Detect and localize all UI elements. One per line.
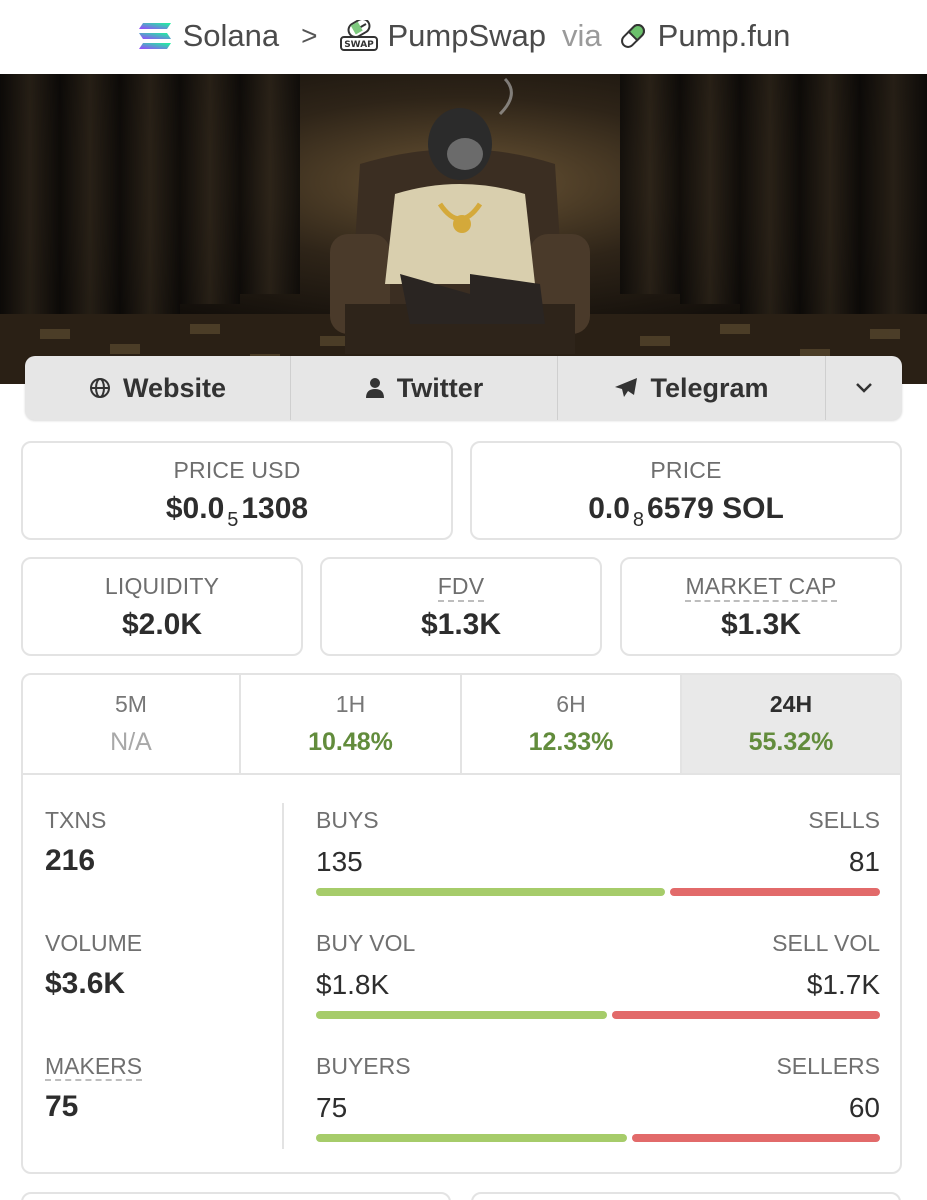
price-native-label: PRICE <box>650 457 722 483</box>
next-card-peek-right <box>471 1192 901 1200</box>
tab-24h[interactable]: 24H 55.32% <box>682 675 900 773</box>
price-native-value: 0.0 8 6579 SOL <box>588 492 784 531</box>
paper-plane-icon <box>614 377 638 399</box>
dex-name: PumpSwap <box>387 18 547 53</box>
pill-icon <box>618 21 648 51</box>
globe-icon <box>89 377 111 399</box>
buys-sells-row: BUYS SELLS 135 81 <box>316 807 880 896</box>
market-cap-label[interactable]: MARKET CAP <box>685 573 837 602</box>
pumpswap-logo-icon: SWAP <box>339 20 378 52</box>
twitter-label: Twitter <box>396 372 484 403</box>
price-usd-label: PRICE USD <box>173 457 301 483</box>
sells-value: 81 <box>848 846 880 877</box>
buys-label: BUYS <box>316 807 379 833</box>
tab-1h[interactable]: 1H 10.48% <box>241 675 462 773</box>
tab-change: 55.32% <box>748 728 834 756</box>
liquidity-card: LIQUIDITY $2.0K <box>21 557 303 656</box>
tab-label: 1H <box>335 691 366 717</box>
token-banner-image <box>0 74 927 384</box>
buyers-label: BUYERS <box>316 1053 411 1079</box>
svg-text:SWAP: SWAP <box>344 40 374 50</box>
liquidity-label: LIQUIDITY <box>104 573 220 599</box>
chain-link[interactable]: Solana <box>137 18 280 54</box>
chevron-right-icon: > <box>301 20 318 51</box>
volume-metric: VOLUME $3.6K <box>45 930 142 1001</box>
txns-metric: TXNS 216 <box>45 807 106 878</box>
market-cap-card[interactable]: MARKET CAP $1.3K <box>620 557 902 656</box>
volume-split-bar <box>316 1011 880 1019</box>
sell-vol-value: $1.7K <box>806 969 880 1000</box>
txns-label: TXNS <box>45 807 107 833</box>
buys-sells-bar <box>316 888 880 896</box>
timeframe-tabs: 5M N/A 1H 10.48% 6H 12.33% 24H 55.32% <box>23 675 900 775</box>
chain-name: Solana <box>182 18 280 53</box>
volume-label: VOLUME <box>45 930 143 956</box>
social-links-bar: Website Twitter Telegram <box>25 356 902 420</box>
tab-change: 12.33% <box>528 728 614 756</box>
tab-change: N/A <box>110 728 152 756</box>
sell-bar-segment <box>670 888 880 896</box>
volume-value: $3.6K <box>45 967 126 1000</box>
buy-bar-segment <box>316 1011 607 1019</box>
twitter-button[interactable]: Twitter <box>291 356 558 420</box>
sells-label: SELLS <box>808 807 880 833</box>
fdv-value: $1.3K <box>420 608 502 641</box>
dex-link[interactable]: SWAP PumpSwap <box>339 18 547 54</box>
fdv-label[interactable]: FDV <box>437 573 485 602</box>
tab-label: 5M <box>115 691 147 717</box>
makers-value: 75 <box>45 1090 79 1123</box>
txns-value: 216 <box>45 844 96 877</box>
tab-6h[interactable]: 6H 12.33% <box>462 675 682 773</box>
next-card-peek-left <box>21 1192 451 1200</box>
sellers-value: 60 <box>848 1092 880 1123</box>
website-label: Website <box>122 372 227 403</box>
launchpad-link[interactable]: Pump.fun <box>618 18 791 54</box>
breadcrumb: Solana > SWAP PumpSwap via Pump.fun <box>0 0 927 72</box>
via-label: via <box>562 18 602 53</box>
buy-vol-label: BUY VOL <box>316 930 416 956</box>
makers-metric[interactable]: MAKERS 75 <box>45 1053 143 1124</box>
column-divider <box>282 803 284 1149</box>
buys-value: 135 <box>316 846 363 877</box>
buyers-sellers-bar <box>316 1134 880 1142</box>
volume-split-row: BUY VOL SELL VOL $1.8K $1.7K <box>316 930 880 1019</box>
more-links-button[interactable] <box>826 356 902 420</box>
buy-bar-segment <box>316 888 665 896</box>
liquidity-value: $2.0K <box>121 608 203 641</box>
buy-vol-value: $1.8K <box>316 969 390 1000</box>
chevron-down-icon <box>855 382 873 394</box>
telegram-button[interactable]: Telegram <box>558 356 826 420</box>
buyers-value: 75 <box>316 1092 348 1123</box>
buyers-sellers-row: BUYERS SELLERS 75 60 <box>316 1053 880 1142</box>
market-cap-value: $1.3K <box>720 608 802 641</box>
tab-label: 24H <box>769 691 813 717</box>
tab-label: 6H <box>556 691 586 717</box>
fdv-card[interactable]: FDV $1.3K <box>320 557 602 656</box>
user-icon <box>365 377 385 399</box>
buy-bar-segment <box>316 1134 627 1142</box>
tab-change: 10.48% <box>308 728 393 756</box>
makers-label[interactable]: MAKERS <box>45 1053 143 1081</box>
trading-stats-panel: 5M N/A 1H 10.48% 6H 12.33% 24H 55.32% TX… <box>21 673 902 1174</box>
telegram-label: Telegram <box>650 372 769 403</box>
sellers-label: SELLERS <box>776 1053 880 1079</box>
tab-5m[interactable]: 5M N/A <box>23 675 241 773</box>
price-usd-value: $0.0 5 1308 <box>165 492 309 531</box>
sell-bar-segment <box>632 1134 880 1142</box>
website-button[interactable]: Website <box>25 356 291 420</box>
price-usd-card: PRICE USD $0.0 5 1308 <box>21 441 453 540</box>
price-native-card: PRICE 0.0 8 6579 SOL <box>470 441 902 540</box>
sell-vol-label: SELL VOL <box>772 930 880 956</box>
launchpad-name: Pump.fun <box>657 18 791 53</box>
sell-bar-segment <box>612 1011 880 1019</box>
solana-logo-icon <box>137 21 173 51</box>
